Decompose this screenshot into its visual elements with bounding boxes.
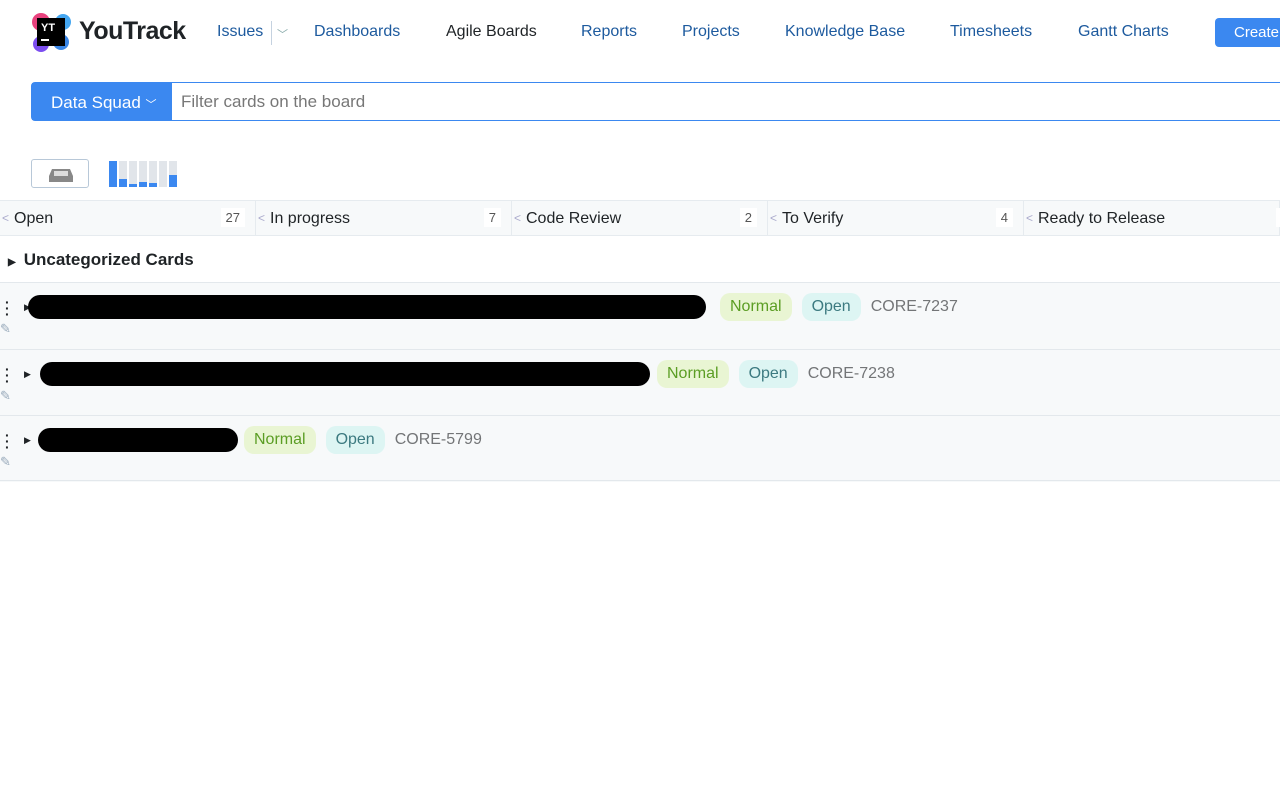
card-row[interactable]: ··· ✎ ▶ NormalOpenCORE-7237	[0, 282, 1280, 349]
youtrack-logo[interactable]: YT	[31, 12, 71, 52]
card-row[interactable]: · · · ✎ ▶ Normal Open CORE-7238	[0, 348, 1280, 416]
drag-handle-icon[interactable]: · · ·	[5, 428, 10, 454]
redacted-title	[38, 428, 238, 452]
priority-tag[interactable]: Normal	[244, 426, 316, 454]
expand-triangle-icon[interactable]: ▶	[24, 369, 31, 380]
nav-reports[interactable]: Reports	[581, 23, 637, 41]
column-count: 7	[483, 208, 501, 227]
column-load-overview[interactable]	[109, 161, 177, 187]
nav-knowledge-base[interactable]: Knowledge Base	[785, 23, 905, 41]
priority-tag[interactable]: Normal	[657, 359, 729, 388]
collapse-left-icon[interactable]: <	[514, 211, 521, 225]
swimlane-header[interactable]: ▶ Uncategorized Cards	[8, 250, 194, 270]
inbox-icon	[49, 169, 73, 182]
column-name: To Verify	[782, 210, 844, 227]
column-load-bar	[169, 161, 177, 187]
chevron-down-icon: ﹀	[145, 99, 157, 111]
pencil-icon[interactable]: ✎	[0, 321, 11, 337]
collapse-left-icon[interactable]: <	[2, 211, 9, 225]
column-load-fill	[129, 184, 137, 187]
column-headers: < Open 27 < In progress 7 < Code Review 2 < To Ver…	[0, 200, 1280, 236]
nav-agile-boards[interactable]: Agile Boards	[446, 23, 537, 41]
state-tag[interactable]: Open	[738, 359, 798, 388]
column-header[interactable]: < Open 27	[0, 201, 256, 235]
column-load-fill	[149, 183, 157, 187]
column-count: 27	[220, 208, 245, 227]
redacted-title	[40, 361, 650, 386]
column-name: Code Review	[526, 210, 622, 227]
redacted-title	[28, 295, 706, 319]
pencil-icon[interactable]: ✎	[0, 454, 11, 470]
collapse-left-icon[interactable]: <	[258, 211, 265, 225]
collapse-triangle-icon: ▶	[8, 257, 16, 268]
board-name: Data Squad	[51, 93, 141, 112]
column-name: In progress	[270, 210, 351, 227]
column-header[interactable]: < To Verify 4	[768, 201, 1024, 235]
nav-projects[interactable]: Projects	[682, 23, 740, 41]
drag-handle-icon[interactable]: · · ·	[5, 295, 10, 321]
brand-name: YouTrack	[79, 17, 186, 45]
column-load-fill	[119, 179, 127, 187]
nav-issues[interactable]: Issues	[217, 23, 263, 41]
collapse-left-icon[interactable]: <	[770, 211, 777, 225]
divider	[271, 21, 272, 45]
issue-id[interactable]: CORE-7238	[808, 365, 895, 383]
nav-dashboards[interactable]: Dashboards	[314, 23, 400, 41]
column-load-bar	[159, 161, 167, 187]
column-load-fill	[169, 175, 177, 187]
column-header[interactable]: < Ready to Release 3	[1024, 201, 1280, 235]
column-header[interactable]: < Code Review 2	[512, 201, 768, 235]
board-selector[interactable]: Data Squad ﹀	[32, 83, 172, 120]
column-load-fill	[139, 181, 147, 187]
column-load-fill	[109, 161, 117, 187]
card-row[interactable]: · · · ✎ ▶ Normal Open CORE-5799	[0, 415, 1280, 482]
column-name: Ready to Release	[1038, 210, 1166, 227]
nav-timesheets[interactable]: Timesheets	[950, 23, 1032, 41]
column-count: 3	[1275, 208, 1280, 227]
drag-handle-icon[interactable]: · · ·	[5, 362, 10, 388]
chevron-down-icon[interactable]: ﹀	[277, 26, 288, 42]
column-load-bar	[109, 161, 117, 187]
svg-text:YT: YT	[41, 22, 55, 34]
column-header[interactable]: < In progress 7	[256, 201, 512, 235]
column-count: 4	[995, 208, 1013, 227]
priority-tag[interactable]: Normal	[720, 293, 792, 321]
divider	[0, 480, 1280, 481]
create-button[interactable]: Create	[1215, 18, 1280, 47]
backlog-button[interactable]	[31, 159, 89, 188]
top-header: YT YouTrack Issues ﹀ Dashboards Agile Bo…	[0, 0, 1280, 64]
column-count: 2	[739, 208, 757, 227]
nav-gantt-charts[interactable]: Gantt Charts	[1078, 23, 1169, 41]
column-load-bar	[149, 161, 157, 187]
column-load-bar	[129, 161, 137, 187]
filter-input[interactable]	[172, 83, 1280, 120]
state-tag[interactable]: Open	[325, 426, 385, 454]
state-tag[interactable]: Open	[801, 293, 861, 321]
board-search-bar: Data Squad ﹀	[31, 82, 1280, 121]
pencil-icon[interactable]: ✎	[0, 388, 11, 404]
issue-id[interactable]: CORE-5799	[395, 431, 482, 449]
column-name: Open	[14, 210, 54, 227]
expand-triangle-icon[interactable]: ▶	[24, 435, 31, 446]
column-load-bar	[139, 161, 147, 187]
collapse-left-icon[interactable]: <	[1026, 211, 1033, 225]
column-load-bar	[119, 161, 127, 187]
issue-id[interactable]: CORE-7237	[871, 298, 958, 316]
swimlane-title: Uncategorized Cards	[23, 250, 194, 269]
